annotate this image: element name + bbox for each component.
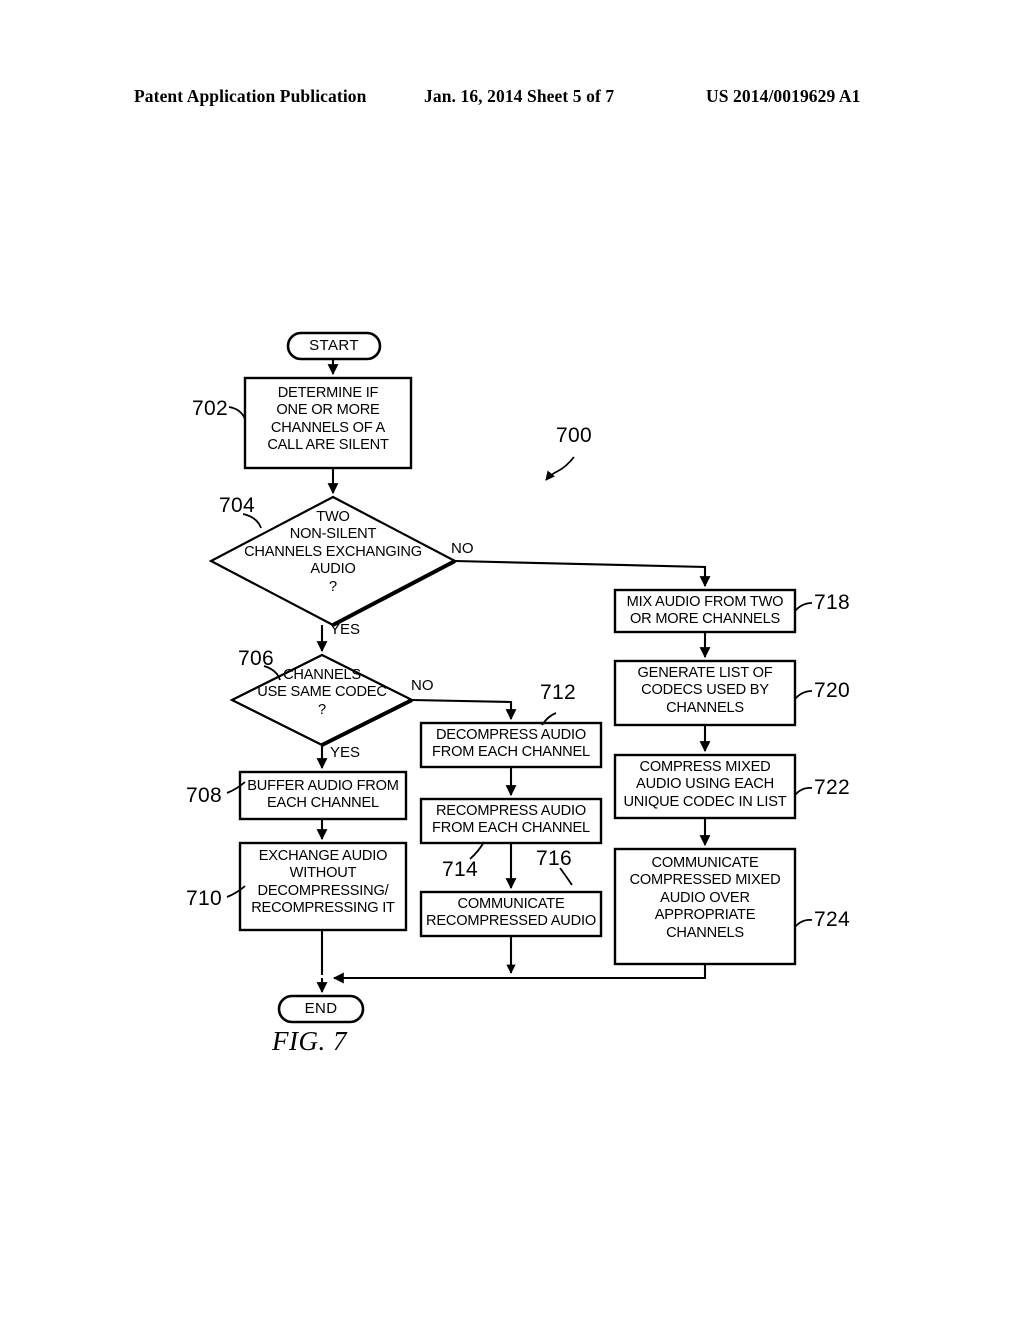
- node-718-shape: [613, 588, 797, 634]
- ref-numeral-700: 700: [556, 424, 592, 447]
- branch-label-706-yes: YES: [330, 744, 361, 761]
- ref-numeral-704: 704: [219, 494, 255, 517]
- lead-722: [794, 786, 813, 796]
- branch-label-704-no: NO: [451, 540, 474, 557]
- node-708-shape: [238, 770, 408, 821]
- figure-caption: FIG. 7: [272, 1026, 347, 1056]
- flowchart-graphics: [208, 331, 813, 1024]
- start-terminator-label: START: [309, 337, 359, 354]
- branch-label-706-no: NO: [411, 677, 434, 694]
- lead-718: [794, 602, 813, 612]
- lead-700: [545, 456, 575, 481]
- node-712-shape: [419, 721, 603, 769]
- lead-724: [794, 918, 813, 928]
- lead-702: [228, 406, 246, 420]
- node-702-shape: [243, 376, 413, 470]
- edge-706-712-no: [411, 698, 517, 721]
- ref-numeral-712: 712: [540, 681, 576, 704]
- lead-720: [794, 690, 813, 700]
- flowchart-figure: START END DETERMINE IF ONE OR MORE CHANN…: [0, 0, 1024, 1320]
- node-722-shape: [613, 753, 797, 820]
- ref-numeral-720: 720: [814, 679, 850, 702]
- node-724-shape: [613, 847, 797, 966]
- lead-714: [469, 841, 485, 860]
- edge-724-merge: [332, 964, 707, 984]
- ref-numeral-718: 718: [814, 591, 850, 614]
- branch-label-704-yes: YES: [330, 621, 361, 638]
- node-714-shape: [419, 797, 603, 845]
- ref-numeral-708: 708: [186, 784, 222, 807]
- ref-numeral-716: 716: [536, 847, 572, 870]
- edge-704-718-no: [454, 559, 711, 588]
- node-716-shape: [419, 890, 603, 938]
- ref-numeral-706: 706: [238, 647, 274, 670]
- ref-numeral-722: 722: [814, 776, 850, 799]
- node-720-shape: [613, 659, 797, 727]
- ref-numeral-714: 714: [442, 858, 478, 881]
- end-terminator-label: END: [304, 1000, 338, 1017]
- ref-numeral-702: 702: [192, 397, 228, 420]
- ref-numeral-710: 710: [186, 887, 222, 910]
- node-710-shape: [238, 841, 408, 932]
- ref-numeral-724: 724: [814, 908, 850, 931]
